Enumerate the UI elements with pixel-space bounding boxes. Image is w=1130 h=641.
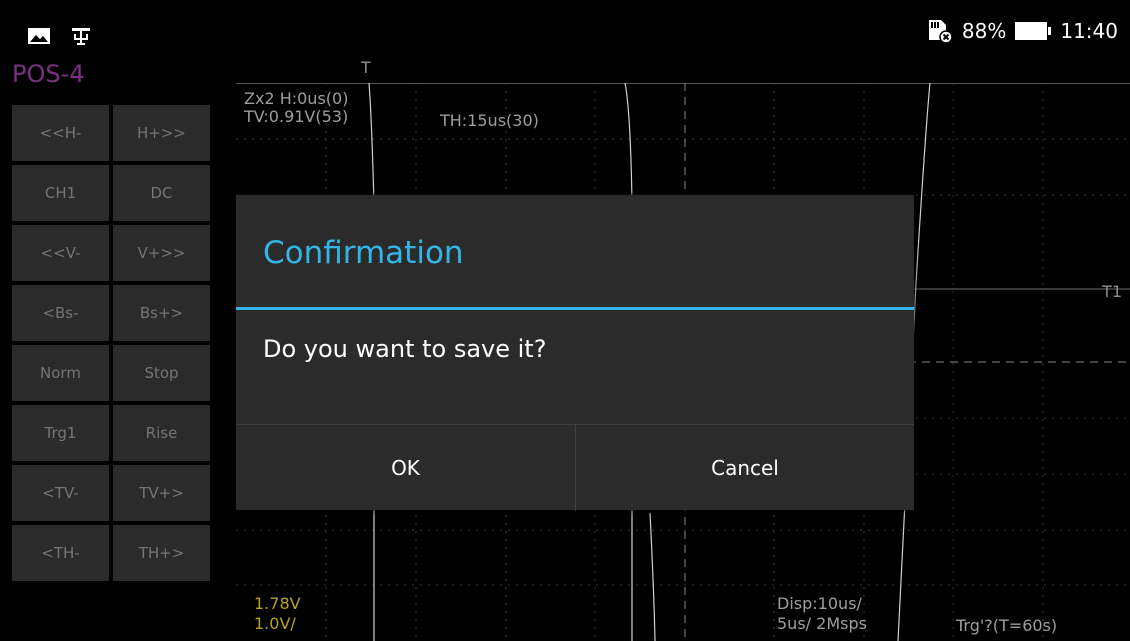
trigger-marker: T	[361, 58, 371, 77]
control-button-grid: <<H- H+>> CH1 DC <<V- V+>> <Bs- Bs+> Nor…	[12, 105, 212, 583]
coupling-button[interactable]: DC	[113, 165, 210, 221]
th-minus-button[interactable]: <TH-	[12, 525, 109, 581]
display-timebase: Disp:10us/	[777, 594, 862, 613]
tv-plus-button[interactable]: TV+>	[113, 465, 210, 521]
dialog-title: Confirmation	[263, 235, 464, 271]
channel-button[interactable]: CH1	[12, 165, 109, 221]
battery-icon	[1014, 21, 1052, 41]
sample-timebase: 5us/ 2Msps	[777, 614, 867, 633]
screen: 88% 11:40 POS-4 <<H- H+>> CH1 DC <<V- V+…	[0, 0, 1130, 641]
zoom-info: Zx2 H:0us(0)	[244, 89, 349, 108]
run-stop-button[interactable]: Stop	[113, 345, 210, 401]
clock: 11:40	[1060, 19, 1118, 43]
trigger-edge-button[interactable]: Rise	[113, 405, 210, 461]
usb-debug-icon	[68, 24, 94, 52]
trigger-time-info: TH:15us(30)	[440, 111, 539, 130]
trigger-status: Trg'?(T=60s)	[956, 616, 1058, 635]
dialog-message: Do you want to save it?	[263, 335, 547, 363]
t1-marker: T1	[1102, 282, 1122, 301]
th-plus-button[interactable]: TH+>	[113, 525, 210, 581]
status-bar: 88% 11:40	[0, 0, 1130, 62]
image-icon	[26, 24, 52, 52]
cancel-button[interactable]: Cancel	[576, 425, 914, 511]
confirmation-dialog: Confirmation Do you want to save it? OK …	[236, 195, 914, 511]
h-plus-button[interactable]: H+>>	[113, 105, 210, 161]
trigger-voltage-info: TV:0.91V(53)	[244, 107, 349, 126]
dialog-title-divider	[236, 307, 914, 310]
trigger-mode-button[interactable]: Norm	[12, 345, 109, 401]
position-label: POS-4	[12, 60, 85, 88]
bs-minus-button[interactable]: <Bs-	[12, 285, 109, 341]
trigger-source-button[interactable]: Trg1	[12, 405, 109, 461]
h-minus-button[interactable]: <<H-	[12, 105, 109, 161]
bs-plus-button[interactable]: Bs+>	[113, 285, 210, 341]
sim-off-icon	[926, 18, 954, 44]
v-minus-button[interactable]: <<V-	[12, 225, 109, 281]
tv-minus-button[interactable]: <TV-	[12, 465, 109, 521]
v-plus-button[interactable]: V+>>	[113, 225, 210, 281]
dialog-button-bar: OK Cancel	[236, 424, 914, 511]
volt-div: 1.0V/	[254, 614, 296, 633]
voltage-top: 1.78V	[254, 594, 301, 613]
ok-button[interactable]: OK	[236, 425, 575, 511]
battery-percent: 88%	[961, 19, 1007, 43]
